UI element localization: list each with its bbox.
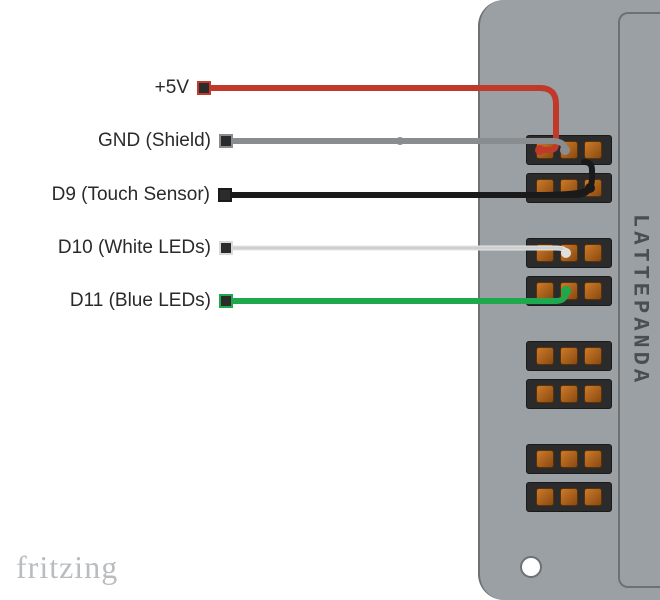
wire-label: D9 (Touch Sensor) xyxy=(34,184,210,206)
pin-header xyxy=(526,276,612,306)
brand-strip: LATTEPANDA xyxy=(618,12,660,588)
terminal-icon xyxy=(219,134,233,148)
pin-header xyxy=(526,341,612,371)
terminal-icon xyxy=(219,241,233,255)
pin-header xyxy=(526,238,612,268)
pin-header xyxy=(526,482,612,512)
pin-header xyxy=(526,444,612,474)
pin-header xyxy=(526,379,612,409)
wire-row-5v: +5V xyxy=(141,81,211,95)
wire-label: +5V xyxy=(141,77,189,99)
diagram-canvas: LATTEPANDA +5V GND (Sh xyxy=(0,0,660,600)
terminal-icon xyxy=(218,188,232,202)
board-lattepanda: LATTEPANDA xyxy=(478,0,660,600)
wire-row-d9: D9 (Touch Sensor) xyxy=(34,188,232,202)
pin-header xyxy=(526,135,612,165)
mounting-hole-icon xyxy=(520,556,542,578)
terminal-icon xyxy=(219,294,233,308)
wire-row-d10: D10 (White LEDs) xyxy=(53,241,233,255)
wire-label: D11 (Blue LEDs) xyxy=(62,290,211,312)
wire-label: D10 (White LEDs) xyxy=(53,237,211,259)
wire-row-d11: D11 (Blue LEDs) xyxy=(62,294,233,308)
pin-header xyxy=(526,173,612,203)
footer-brand: fritzing xyxy=(16,549,118,586)
wire-label: GND (Shield) xyxy=(97,130,211,152)
wire-row-gnd: GND (Shield) xyxy=(97,134,233,148)
board-label: LATTEPANDA xyxy=(628,214,653,386)
terminal-icon xyxy=(197,81,211,95)
